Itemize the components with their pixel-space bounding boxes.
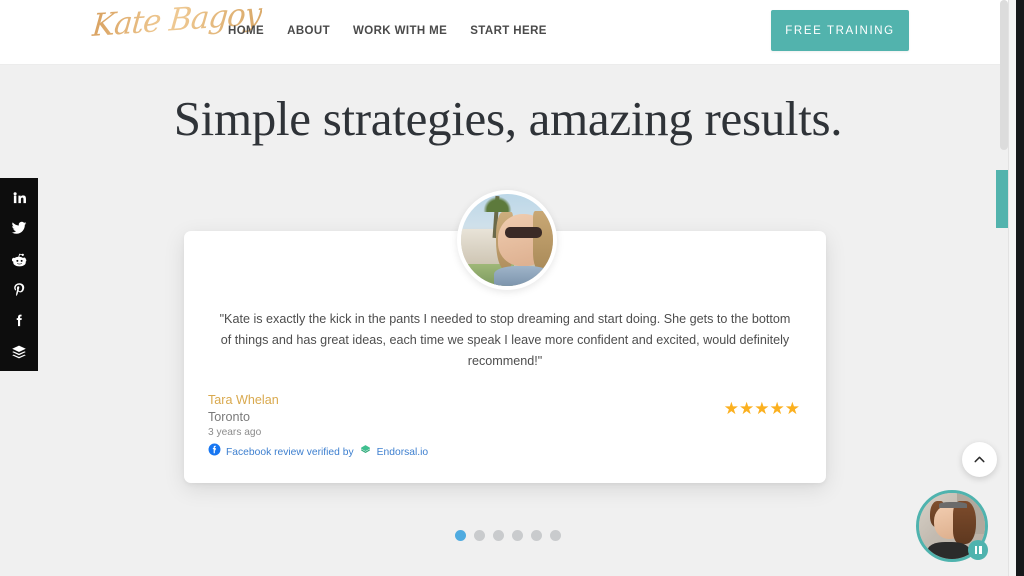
testimonial-avatar: [457, 190, 557, 290]
page-title: Simple strategies, amazing results.: [173, 91, 843, 146]
social-share-rail: [0, 178, 38, 371]
author-location: Toronto: [208, 410, 251, 424]
carousel-dot-5[interactable]: [531, 530, 542, 541]
review-timestamp: 3 years ago: [208, 427, 262, 438]
site-logo[interactable]: Kate Bagoy: [91, 0, 263, 44]
free-training-button[interactable]: FREE TRAINING: [771, 10, 909, 51]
carousel-dot-1[interactable]: [455, 530, 466, 541]
pause-button[interactable]: [968, 540, 988, 560]
twitter-icon[interactable]: [7, 216, 31, 240]
nav-item-about[interactable]: ABOUT: [287, 25, 330, 37]
avatar-photo: [461, 194, 553, 286]
nav-item-start-here[interactable]: START HERE: [470, 25, 547, 37]
side-tab-handle[interactable]: [996, 170, 1008, 228]
page-root: Kate Bagoy HOME ABOUT WORK WITH ME START…: [0, 0, 1016, 576]
testimonial-author-block: Tara Whelan Toronto 3 years ago Facebook…: [208, 393, 428, 461]
linkedin-icon[interactable]: [7, 185, 31, 209]
testimonial-quote: "Kate is exactly the kick in the pants I…: [219, 312, 791, 368]
reddit-icon[interactable]: [7, 247, 31, 271]
browser-dark-edge: [1016, 0, 1024, 576]
carousel-dot-6[interactable]: [550, 530, 561, 541]
page-scrollbar-track[interactable]: [1000, 0, 1016, 576]
carousel-dots: [0, 530, 1016, 541]
facebook-icon[interactable]: [7, 309, 31, 333]
nav-item-home[interactable]: HOME: [228, 25, 264, 37]
avatar-bg-palm-fronds: [481, 194, 515, 213]
nav-item-work-with-me[interactable]: WORK WITH ME: [353, 25, 447, 37]
chevron-up-icon: [974, 456, 985, 463]
star-rating: ★★★★★: [723, 399, 800, 418]
carousel-dot-2[interactable]: [474, 530, 485, 541]
page-scrollbar-thumb[interactable]: [1000, 0, 1008, 150]
headset-band-icon: [938, 502, 967, 509]
pause-bar-left: [974, 546, 977, 554]
pause-bar-right: [979, 546, 982, 554]
verified-text: Facebook review verified by: [226, 446, 354, 458]
verified-badge-row[interactable]: Facebook review verified by Endorsal.io: [208, 443, 428, 461]
author-name: Tara Whelan: [208, 393, 279, 407]
endorsal-brand-text[interactable]: Endorsal.io: [377, 447, 429, 458]
pinterest-icon[interactable]: [7, 278, 31, 302]
avatar-hair-right: [532, 210, 553, 272]
endorsal-badge-icon: [359, 443, 372, 461]
carousel-dot-3[interactable]: [493, 530, 504, 541]
site-header: Kate Bagoy HOME ABOUT WORK WITH ME START…: [0, 0, 1016, 65]
scroll-to-top-button[interactable]: [962, 442, 997, 477]
buffer-icon[interactable]: [7, 340, 31, 364]
video-shirt: [928, 541, 970, 559]
avatar-shirt: [494, 265, 552, 286]
avatar-sunglasses: [505, 227, 542, 239]
facebook-badge-icon: [208, 443, 221, 461]
main-nav: HOME ABOUT WORK WITH ME START HERE: [228, 25, 547, 37]
carousel-dot-4[interactable]: [512, 530, 523, 541]
